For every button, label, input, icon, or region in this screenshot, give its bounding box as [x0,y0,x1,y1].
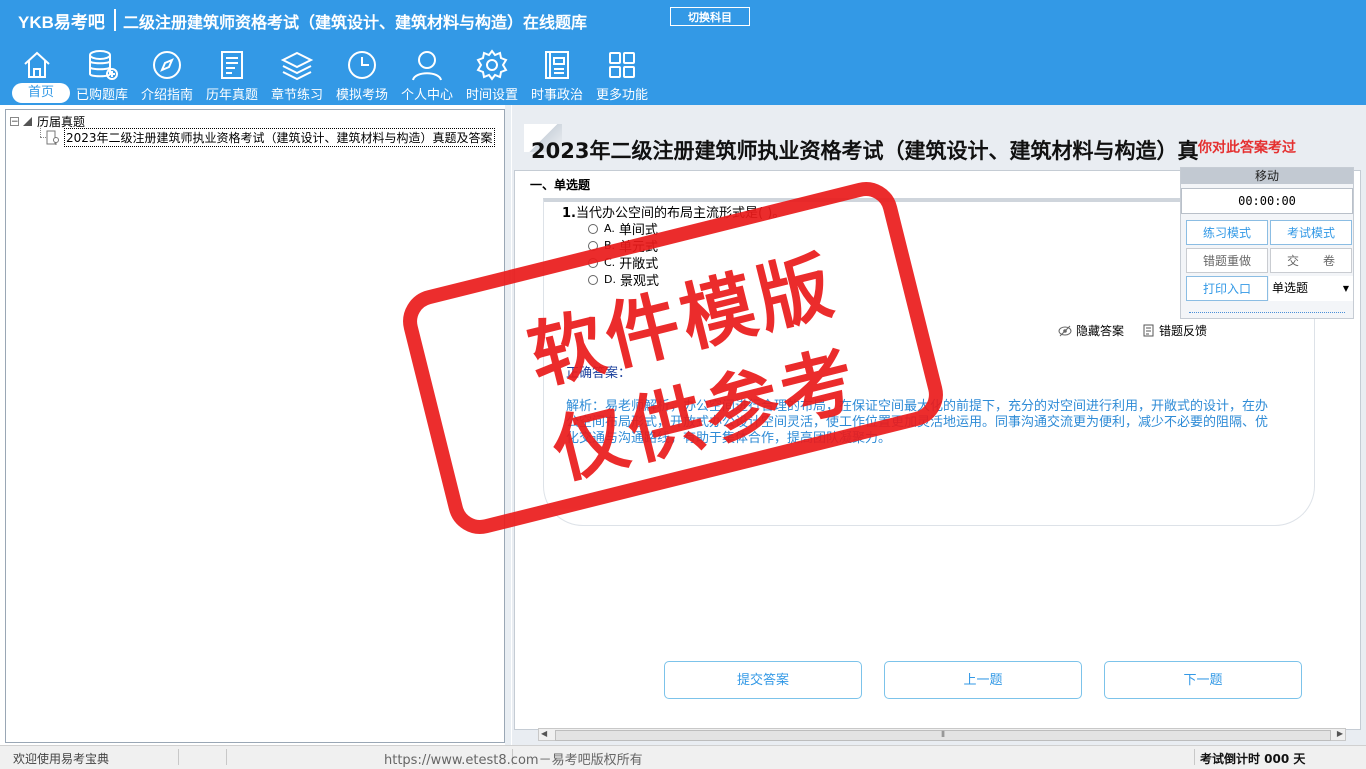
nav-item-personal-center[interactable]: 个人中心 [394,46,460,104]
scroll-right-arrow-icon[interactable]: ▶ [1337,729,1343,738]
exam-tool-widget: 移动 00:00:00 练习模式 考试模式 错题重做 交 卷 打印入口 单选题 … [1180,167,1354,319]
feedback-document-icon [1143,324,1154,337]
nav-label-mock-exam: 模拟考场 [335,88,388,103]
app-logo: YKB易考吧 [18,13,105,32]
top-header: YKB易考吧 二级注册建筑师资格考试（建筑设计、建筑材料与构造）在线题库 切换科… [0,0,1366,105]
exam-status-note: 你对此答案考过 [1198,140,1296,156]
hide-answer-label: 隐藏答案 [1076,324,1125,338]
print-entry-button[interactable]: 打印入口 [1186,276,1268,301]
option-a-radio[interactable] [588,223,598,234]
newspaper-icon [545,51,569,79]
scroll-left-arrow-icon[interactable]: ◀ [541,729,547,738]
tree-child-label: 2023年二级注册建筑师执业资格考试（建筑设计、建筑材料与构造）真题及答案 [64,127,495,147]
home-icon [24,51,50,78]
submit-answer-button[interactable]: 提交答案 [664,661,862,699]
question-type-select[interactable]: 单选题 ▼ [1269,276,1353,301]
nav-item-mock-exam[interactable]: 模拟考场 [329,46,395,104]
triangle-icon [23,117,32,126]
database-icon [89,50,118,80]
grid-icon [609,52,635,78]
layers-icon [280,51,314,81]
status-welcome: 欢迎使用易考宝典 [13,752,110,766]
nav-item-chapter-practice[interactable]: 章节练习 [264,46,330,104]
status-bar: 欢迎使用易考宝典 https://www.etest8.com－易考吧版权所有 … [0,745,1366,769]
chevron-down-icon: ▼ [1342,284,1349,293]
nav-item-current-affairs[interactable]: 时事政治 [524,46,590,104]
widget-move-handle[interactable]: 移动 [1181,168,1353,184]
hand-in-button[interactable]: 交 卷 [1270,248,1352,273]
exam-mode-button[interactable]: 考试模式 [1270,220,1352,245]
option-a-letter: A. [604,222,615,235]
nav-item-home[interactable]: 首页 [4,46,70,104]
logo-separator [114,9,116,31]
nav-label-home: 首页 [12,83,70,103]
user-icon [412,51,442,81]
nav-label-purchased: 已购题库 [75,88,128,103]
status-separator [226,749,227,765]
tree-collapse-toggle[interactable]: − [10,116,19,126]
nav-label-chapter-practice: 章节练习 [270,88,323,103]
clock-icon [348,51,376,79]
status-copyright-url: https://www.etest8.com－易考吧版权所有 [384,753,643,768]
next-question-button[interactable]: 下一题 [1104,661,1302,699]
section-title: 一、单选题 [530,178,591,192]
widget-bottom-border [1189,312,1345,314]
app-title: 二级注册建筑师资格考试（建筑设计、建筑材料与构造）在线题库 [123,13,588,32]
switch-subject-button[interactable]: 切换科目 [670,7,750,26]
nav-label-current-affairs: 时事政治 [530,88,583,103]
nav-label-more-functions: 更多功能 [595,88,648,103]
error-feedback-link[interactable]: 错题反馈 [1143,322,1207,339]
nav-item-purchased[interactable]: 已购题库 [69,46,135,104]
nav-item-past-papers[interactable]: 历年真题 [199,46,265,104]
compass-icon [153,51,181,79]
nav-label-personal-center: 个人中心 [400,88,453,103]
feedback-label: 错题反馈 [1159,324,1208,338]
horizontal-scrollbar[interactable]: ◀ ⦀ ▶ [538,728,1346,741]
nav-label-guide: 介绍指南 [140,88,193,103]
question-number: 1. [562,206,576,221]
tree-connector [40,125,42,137]
tree-node-paper[interactable]: 2023年二级注册建筑师执业资格考试（建筑设计、建筑材料与构造）真题及答案 [46,127,495,147]
nav-label-time-settings: 时间设置 [465,88,518,103]
hide-answer-link[interactable]: 隐藏答案 [1058,322,1124,339]
eye-slash-icon [1058,325,1072,336]
nav-item-guide[interactable]: 介绍指南 [134,46,200,104]
document-pin-icon [46,130,59,145]
question-type-value: 单选题 [1272,281,1309,295]
previous-question-button[interactable]: 上一题 [884,661,1082,699]
timer-display: 00:00:00 [1181,188,1353,214]
nav-label-past-papers: 历年真题 [205,88,258,103]
document-list-icon [221,51,243,79]
exam-countdown: 考试倒计时 000 天 [1200,752,1306,766]
gear-icon [476,49,508,81]
redo-wrong-button[interactable]: 错题重做 [1186,248,1268,273]
status-separator [178,749,179,765]
practice-mode-button[interactable]: 练习模式 [1186,220,1268,245]
status-separator [1194,749,1195,765]
nav-item-time-settings[interactable]: 时间设置 [459,46,525,104]
paper-title: 2023年二级注册建筑师执业资格考试（建筑设计、建筑材料与构造）真 [531,139,1199,163]
scrollbar-thumb[interactable]: ⦀ [555,730,1331,741]
nav-item-more-functions[interactable]: 更多功能 [589,46,655,104]
